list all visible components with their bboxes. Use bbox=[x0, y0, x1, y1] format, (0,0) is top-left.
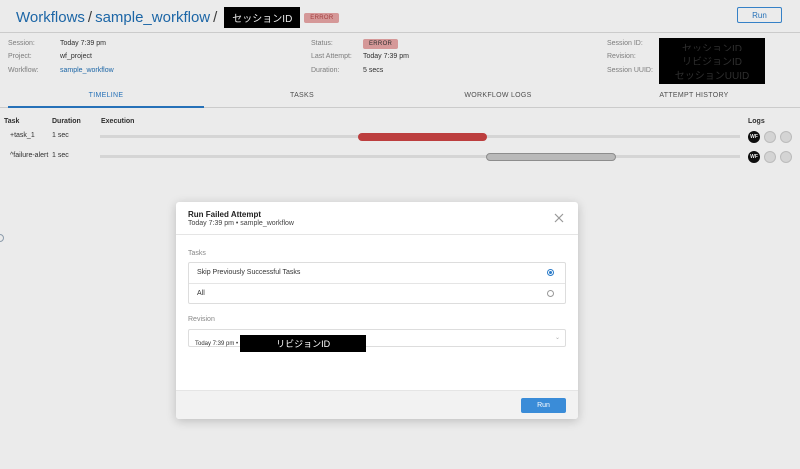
radio-selected[interactable] bbox=[547, 269, 554, 276]
revision-prefix: Today 7:39 pm • bbox=[195, 340, 239, 347]
dialog-footer: Run bbox=[176, 390, 578, 419]
dialog-divider bbox=[176, 234, 578, 235]
revision-select-value: Today 7:39 pm • リビジョンID bbox=[195, 335, 367, 352]
revision-select[interactable]: Today 7:39 pm • リビジョンID ⌄ bbox=[188, 329, 566, 352]
dialog-title: Run Failed Attempt bbox=[188, 210, 262, 219]
option-label: All bbox=[197, 290, 205, 297]
radio-unselected[interactable] bbox=[547, 290, 554, 297]
chevron-down-icon[interactable]: ⌄ bbox=[555, 334, 560, 341]
close-icon[interactable] bbox=[552, 211, 566, 225]
run-button[interactable]: Run bbox=[521, 398, 566, 413]
revision-label: Revision bbox=[188, 316, 215, 323]
dialog-subtitle: Today 7:39 pm • sample_workflow bbox=[188, 220, 294, 227]
revision-id: リビジョンID bbox=[240, 335, 367, 352]
tasks-option-group: Skip Previously Successful Tasks All bbox=[188, 262, 566, 304]
tasks-label: Tasks bbox=[188, 250, 206, 257]
run-failed-attempt-dialog: Run Failed Attempt Today 7:39 pm • sampl… bbox=[176, 202, 578, 419]
option-label: Skip Previously Successful Tasks bbox=[197, 269, 301, 276]
option-skip-successful[interactable]: Skip Previously Successful Tasks bbox=[189, 263, 565, 283]
option-all[interactable]: All bbox=[189, 283, 565, 303]
